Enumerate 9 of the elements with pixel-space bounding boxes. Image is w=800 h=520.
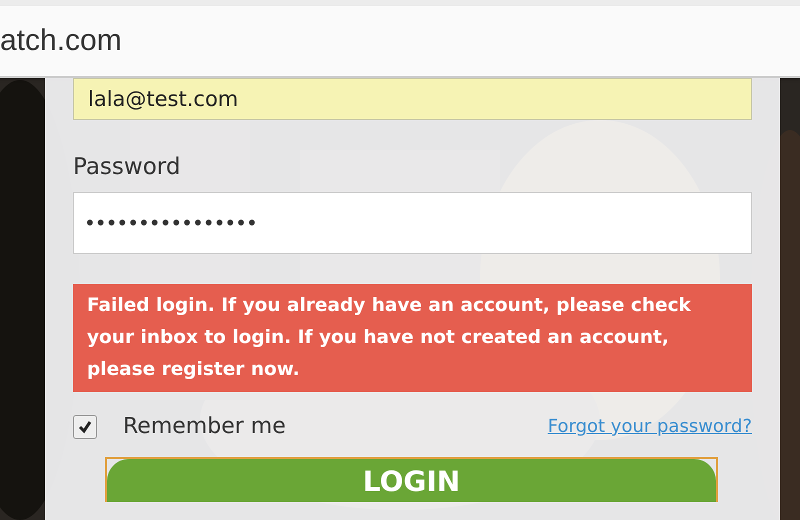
remember-checkbox[interactable] bbox=[73, 414, 97, 438]
password-field[interactable]: •••••••••••••••• bbox=[73, 192, 752, 254]
remember-label: Remember me bbox=[123, 414, 286, 439]
password-label: Password bbox=[73, 154, 182, 180]
email-field[interactable]: lala@test.com bbox=[73, 78, 752, 120]
error-message: Failed login. If you already have an account, please check your inbox to login. If you have not created an account, please register now. bbox=[73, 284, 752, 392]
address-bar[interactable]: atch.com bbox=[0, 6, 800, 78]
checkmark-icon bbox=[77, 418, 93, 434]
url-text: atch.com bbox=[0, 24, 122, 58]
